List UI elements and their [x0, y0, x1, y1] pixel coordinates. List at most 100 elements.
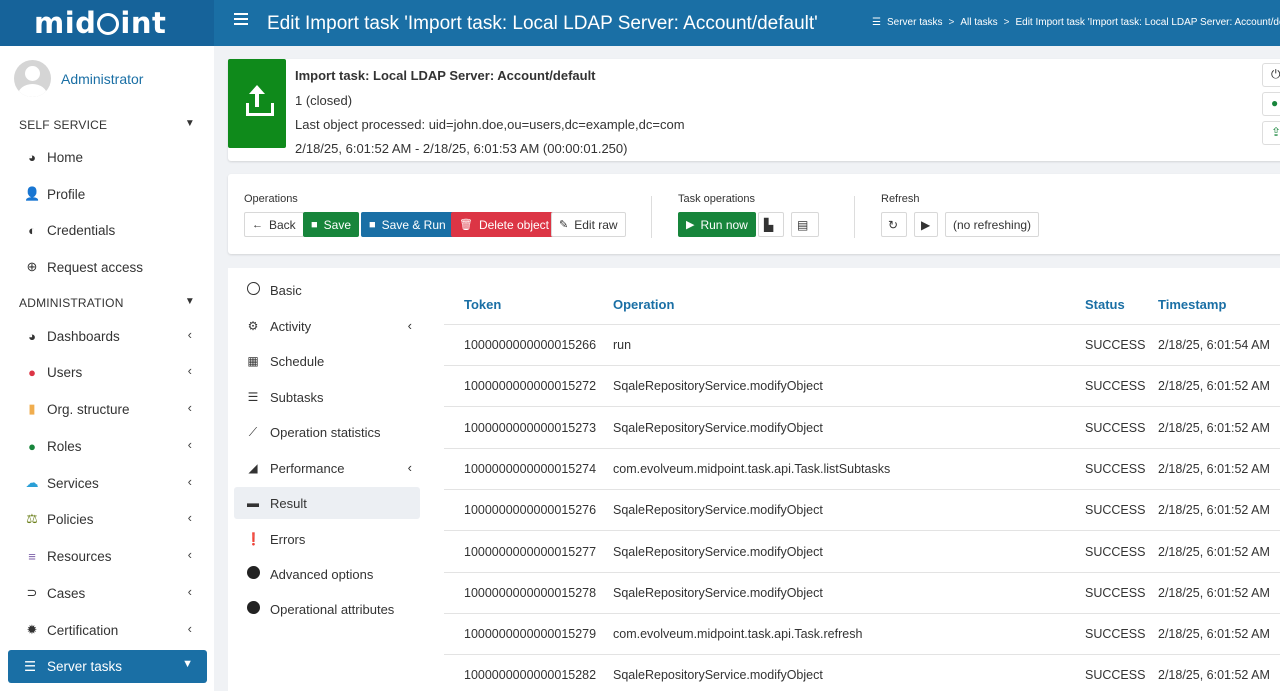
edit-raw-button[interactable]: ✎ Edit raw — [551, 212, 626, 237]
table-row[interactable]: 1000000000000015277 SqaleRepositoryServic… — [444, 532, 1280, 573]
chevron-left-icon: ‹ — [407, 318, 412, 333]
table-row[interactable]: 1000000000000015273 SqaleRepositoryServic… — [444, 408, 1280, 449]
tab-label: Schedule — [270, 353, 325, 369]
tab-schedule[interactable]: ▦ Schedule — [234, 345, 420, 377]
save-button[interactable]: ■ Save — [303, 212, 360, 237]
table-row[interactable]: 1000000000000015279 com.evolveum.midpoint… — [444, 614, 1280, 656]
sidebar-item-label: Org. structure — [47, 401, 130, 417]
sidebar-item-server-tasks[interactable]: ☰ Server tasks ▼ — [8, 650, 207, 683]
cell-timestamp: 2/18/25, 6:01:52 AM — [1158, 627, 1270, 642]
user-icon: 👤 — [24, 186, 41, 201]
sidebar-item-home[interactable]: ◕ Home — [24, 145, 196, 169]
sidebar-item-cases[interactable]: ⊃ Cases ‹ — [24, 581, 196, 605]
sidebar-item-services[interactable]: ☁ Services ‹ — [24, 471, 196, 495]
tab-label: Activity — [270, 318, 312, 334]
tab-performance[interactable]: ◢ Performance ‹ — [234, 452, 420, 484]
sidebar-item-dashboards[interactable]: ◕ Dashboards ‹ — [24, 324, 196, 348]
balance-icon: ⚖ — [26, 511, 38, 526]
cell-timestamp: 2/18/25, 6:01:52 AM — [1158, 544, 1270, 559]
cell-operation: SqaleRepositoryService.modifyObject — [613, 668, 823, 683]
top-bar: mid int Edit Import task 'Import task: Lo… — [0, 0, 1280, 46]
upload-icon[interactable]: ⇪ — [1262, 121, 1280, 145]
cell-status: SUCCESS — [1085, 544, 1146, 559]
cell-operation: SqaleRepositoryService.modifyObject — [613, 544, 823, 559]
sidebar-item-resources[interactable]: ≡ Resources ‹ — [24, 544, 196, 568]
cell-operation: SqaleRepositoryService.modifyObject — [613, 585, 823, 600]
refresh-label: Refresh — [881, 193, 920, 205]
cell-status: SUCCESS — [1085, 420, 1146, 435]
tab-label: Advanced options — [270, 566, 374, 582]
cell-token: 1000000000000015273 — [464, 420, 597, 435]
chevron-left-icon: ‹ — [187, 474, 192, 489]
cell-token: 1000000000000015282 — [464, 668, 597, 683]
roles-icon: ● — [28, 438, 36, 454]
sidebar-item-label: Cases — [47, 585, 86, 601]
task-status: 1 (closed) — [295, 93, 353, 108]
section-administration[interactable]: ADMINISTRATION ▼ — [19, 296, 195, 310]
play-icon: ▶ — [921, 217, 931, 232]
delete-label: Delete object — [478, 217, 550, 232]
delete-object-button[interactable]: 🗑 Delete object — [451, 212, 558, 237]
tab-errors[interactable]: ❗ Errors — [234, 523, 420, 555]
avatar — [14, 60, 51, 97]
sidebar-item-label: Profile — [47, 186, 86, 202]
section-label: SELF SERVICE — [19, 118, 108, 132]
breadcrumb-server-tasks[interactable]: Server tasks — [887, 17, 943, 28]
start-refresh-button[interactable]: ▶ — [914, 212, 938, 237]
column-operation[interactable]: Operation — [613, 297, 674, 312]
sidebar-item-profile[interactable]: 👤 Profile — [24, 182, 196, 206]
column-timestamp[interactable]: Timestamp — [1158, 297, 1226, 312]
table-row[interactable]: 1000000000000015274 com.evolveum.midpoint… — [444, 449, 1280, 490]
cell-token: 1000000000000015276 — [464, 503, 597, 518]
cell-operation: SqaleRepositoryService.modifyObject — [613, 379, 823, 394]
sidebar-item-org-structure[interactable]: ▮ Org. structure ‹ — [24, 397, 196, 421]
tab-basic[interactable]: Basic — [234, 274, 420, 306]
column-status[interactable]: Status — [1085, 297, 1125, 312]
user-panel[interactable]: Administrator — [14, 60, 143, 97]
task-list-button[interactable]: ▤ — [791, 212, 819, 237]
sidebar-item-roles[interactable]: ● Roles ‹ — [24, 434, 196, 458]
table-row[interactable]: 1000000000000015282 SqaleRepositoryServic… — [444, 655, 1280, 691]
sidebar-item-label: Roles — [47, 438, 82, 454]
column-token[interactable]: Token — [464, 297, 501, 312]
sidebar-item-label: Services — [47, 475, 99, 491]
save-and-run-button[interactable]: ■ Save & Run — [361, 212, 454, 237]
run-now-label: Run now — [700, 217, 748, 232]
tab-label: Errors — [270, 531, 306, 547]
page-title: Edit Import task 'Import task: Local LDA… — [267, 13, 818, 34]
table-row[interactable]: 1000000000000015272 SqaleRepositoryServic… — [444, 366, 1280, 408]
tab-activity[interactable]: ⚙ Activity ‹ — [234, 310, 420, 342]
tab-operational-attributes[interactable]: Operational attributes — [234, 593, 420, 625]
sidebar-item-label: Certification — [47, 622, 119, 638]
circle-icon — [246, 282, 260, 295]
result-table: Token Operation Status Timestamp 1000000… — [428, 268, 1280, 691]
check-circle-icon[interactable]: ● — [1262, 92, 1280, 116]
run-now-button[interactable]: ▶ Run now — [678, 212, 756, 237]
server-tasks-icon: ☰ — [872, 17, 881, 28]
section-self-service[interactable]: SELF SERVICE ▼ — [19, 118, 195, 132]
tab-subtasks[interactable]: ☰ Subtasks — [234, 381, 420, 413]
user-name[interactable]: Administrator — [61, 71, 143, 87]
table-row[interactable]: 1000000000000015266 run SUCCESS 2/18/25, 6:… — [444, 325, 1280, 366]
midpoint-logo[interactable]: mid int — [0, 0, 214, 46]
sidebar-item-certification[interactable]: ✹ Certification ‹ — [24, 618, 196, 642]
task-chart-button[interactable]: ▙ — [758, 212, 784, 237]
tab-operation-statistics[interactable]: ⟋ Operation statistics — [234, 416, 420, 448]
breadcrumb-all-tasks[interactable]: All tasks — [960, 17, 997, 28]
tab-advanced-options[interactable]: Advanced options — [234, 558, 420, 590]
table-row[interactable]: 1000000000000015278 SqaleRepositoryServic… — [444, 573, 1280, 614]
table-row[interactable]: 1000000000000015276 SqaleRepositoryServic… — [444, 490, 1280, 532]
sidebar-item-users[interactable]: ● Users ‹ — [24, 360, 196, 384]
tab-result[interactable]: ▬ Result — [234, 487, 420, 519]
menu-toggle-icon[interactable] — [234, 13, 248, 25]
sidebar-item-policies[interactable]: ⚖ Policies ‹ — [24, 507, 196, 531]
cell-token: 1000000000000015277 — [464, 544, 597, 559]
circle-icon — [246, 601, 260, 614]
sidebar-item-credentials[interactable]: ◐ Credentials — [24, 218, 196, 242]
power-icon[interactable]: ⏻ — [1262, 63, 1280, 87]
back-button[interactable]: ← Back — [244, 212, 304, 237]
refresh-status-label: (no refreshing) — [953, 217, 1032, 232]
sidebar-item-request-access[interactable]: ⊕ Request access — [24, 255, 196, 279]
refresh-button[interactable]: ↻ — [881, 212, 907, 237]
tab-label: Performance — [270, 460, 345, 476]
